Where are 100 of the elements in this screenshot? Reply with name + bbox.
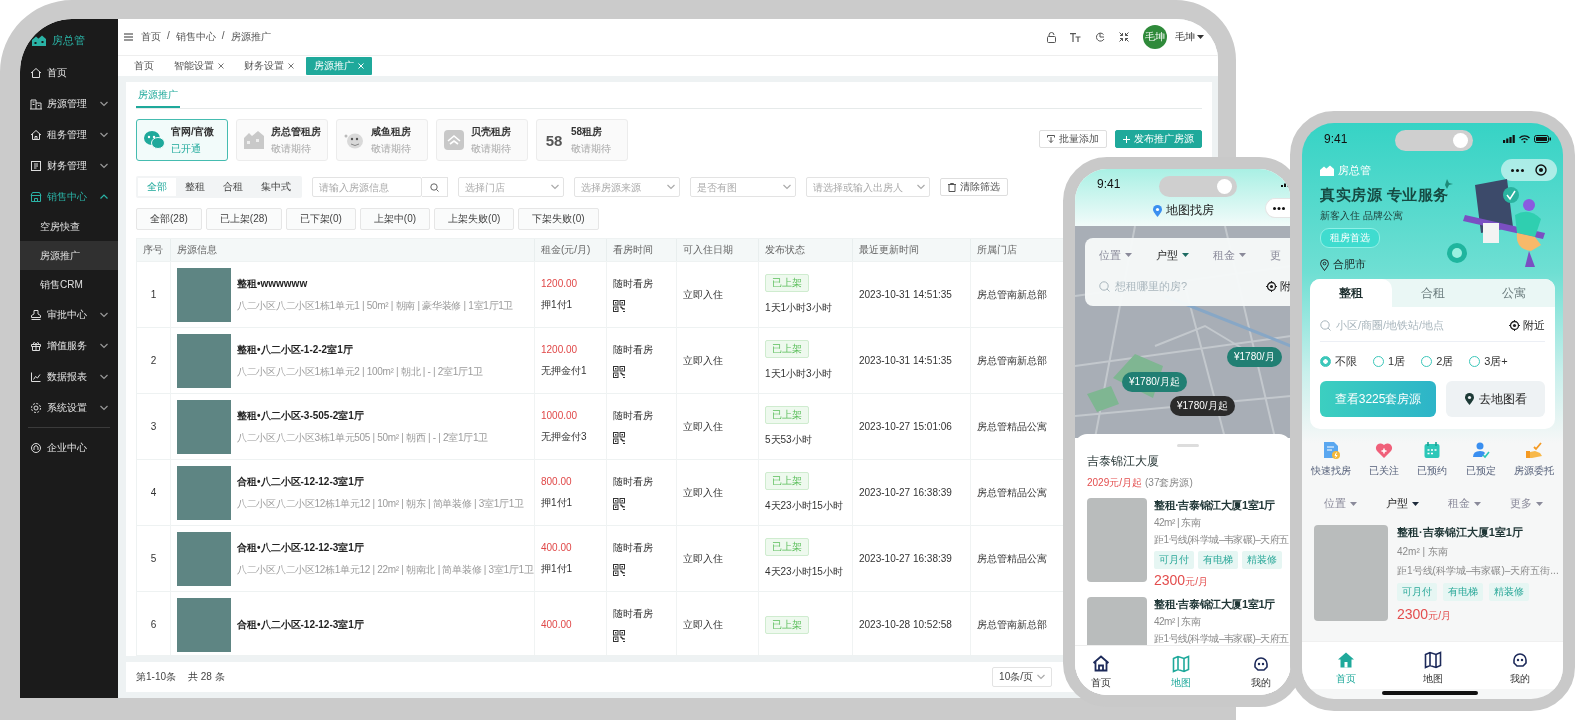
radio-button[interactable] bbox=[1469, 356, 1481, 367]
close-icon[interactable] bbox=[218, 63, 224, 69]
search-field[interactable]: 请输入房源信息 bbox=[312, 177, 422, 197]
qr-code-icon[interactable] bbox=[613, 300, 625, 312]
sidebar-item[interactable]: 企业中心 bbox=[20, 432, 118, 463]
platform-card[interactable]: 贝壳租房 敬请期待 bbox=[436, 119, 528, 161]
shortcut-item[interactable]: 房源委托 bbox=[1513, 441, 1554, 478]
room-option[interactable]: 1居 bbox=[1373, 354, 1406, 369]
dropdown[interactable]: 选择门店 bbox=[458, 177, 564, 197]
breadcrumb-link[interactable]: 销售中心 bbox=[175, 30, 216, 44]
platform-card[interactable]: 房总管租房 敬请期待 bbox=[236, 119, 328, 161]
filter-segment[interactable]: 合租 bbox=[214, 178, 252, 196]
page-tab[interactable]: 首页 bbox=[126, 57, 162, 75]
sidebar-item[interactable]: 房源管理 bbox=[20, 88, 118, 119]
sidebar-item[interactable]: 数据报表 bbox=[20, 361, 118, 392]
status-tab[interactable]: 下架失败(0) bbox=[518, 208, 599, 230]
tab-bar-item[interactable]: 我的 bbox=[1509, 651, 1530, 686]
caret-down-icon[interactable] bbox=[1197, 35, 1204, 39]
tab-bar-item[interactable]: 我的 bbox=[1251, 655, 1271, 690]
photo-placeholder bbox=[177, 399, 231, 454]
listing-title[interactable]: 整租•wwwwww bbox=[237, 276, 514, 291]
close-icon[interactable] bbox=[288, 63, 294, 69]
rent-type-tab[interactable]: 合租 bbox=[1391, 279, 1474, 307]
filter-segment[interactable]: 集中式 bbox=[252, 178, 300, 196]
drag-handle[interactable] bbox=[1177, 444, 1199, 447]
tab-bar-item[interactable]: 首页 bbox=[1091, 655, 1111, 690]
moon-icon[interactable] bbox=[1095, 32, 1105, 42]
sidebar-item[interactable]: 增值服务 bbox=[20, 330, 118, 361]
sidebar-item[interactable]: 系统设置 bbox=[20, 392, 118, 423]
status-tab[interactable]: 上架中(0) bbox=[359, 208, 431, 230]
platform-card[interactable]: 官网/官微 已开通 bbox=[136, 119, 228, 161]
shortcut-item[interactable]: 已关注 bbox=[1369, 441, 1400, 478]
shortcut-item[interactable]: 已预约 bbox=[1417, 441, 1448, 478]
status-tab[interactable]: 已下架(0) bbox=[285, 208, 356, 230]
dropdown[interactable]: 选择房源来源 bbox=[574, 177, 680, 197]
sidebar-item[interactable]: 销售中心 bbox=[20, 181, 118, 212]
rent-type-tab[interactable]: 整租 bbox=[1310, 279, 1392, 307]
radio-button[interactable] bbox=[1373, 356, 1384, 367]
rent-type-tab[interactable]: 公寓 bbox=[1473, 279, 1555, 307]
breadcrumb-link[interactable]: 首页 bbox=[141, 30, 161, 44]
search-field[interactable]: 小区/商圈/地铁站/地点 bbox=[1320, 319, 1509, 331]
listing-title[interactable]: 合租•八二小区-12-12-3室1厅 bbox=[237, 474, 524, 489]
dropdown[interactable]: 是否有图 bbox=[690, 177, 796, 197]
listing-title[interactable]: 合租•八二小区-12-12-3室1厅 bbox=[237, 617, 364, 632]
listing-title[interactable]: 整租•八二小区-1-2-2室1厅 bbox=[237, 342, 483, 357]
room-option[interactable]: 3居+ bbox=[1469, 354, 1508, 369]
sidebar-item[interactable]: 首页 bbox=[20, 57, 118, 88]
sidebar-subitem[interactable]: 空房快查 bbox=[20, 212, 118, 241]
price-marker[interactable]: ¥1780/月起 bbox=[1122, 372, 1187, 392]
viewing-time: 随时看房 bbox=[613, 277, 654, 291]
filter-dropdown[interactable]: 户型 bbox=[1386, 496, 1419, 511]
batch-add-button[interactable]: 批量添加 bbox=[1039, 130, 1107, 148]
listing-title[interactable]: 整租·吉泰锦江大厦1室1厅 bbox=[1397, 525, 1559, 540]
listing-title[interactable]: 合租•八二小区-12-12-3室1厅 bbox=[237, 540, 534, 555]
page-size-dropdown[interactable]: 10条/页 bbox=[992, 667, 1052, 687]
sidebar-item[interactable]: 租务管理 bbox=[20, 119, 118, 150]
qr-code-icon[interactable] bbox=[613, 564, 625, 576]
filter-segment[interactable]: 整租 bbox=[176, 178, 214, 196]
listing-title[interactable]: 整租•八二小区-3-505-2室1厅 bbox=[237, 408, 488, 423]
lock-icon[interactable] bbox=[1047, 31, 1056, 43]
nearby-link[interactable]: 附 bbox=[1280, 278, 1291, 294]
page-tab[interactable]: 财务设置 bbox=[236, 57, 302, 75]
more-icon[interactable] bbox=[1510, 168, 1524, 172]
status-tab[interactable]: 上架失败(0) bbox=[434, 208, 515, 230]
status-tab[interactable]: 全部(28) bbox=[136, 208, 202, 230]
price-marker[interactable]: ¥1780/月起 bbox=[1170, 396, 1235, 416]
qr-code-icon[interactable] bbox=[613, 366, 625, 378]
room-option[interactable]: 2居 bbox=[1421, 354, 1454, 369]
user-name[interactable]: 毛坤 bbox=[1175, 30, 1195, 44]
target-icon[interactable] bbox=[1535, 164, 1548, 176]
chevron-down-icon bbox=[783, 184, 791, 190]
radio-button[interactable] bbox=[1421, 356, 1433, 367]
breadcrumb-link[interactable]: 房源推广 bbox=[230, 30, 271, 44]
sidebar-item[interactable]: 财务管理 bbox=[20, 150, 118, 181]
price-marker[interactable]: ¥1780/月 bbox=[1227, 347, 1282, 367]
qr-code-icon[interactable] bbox=[613, 630, 625, 642]
city-selector[interactable]: 合肥市 bbox=[1333, 257, 1366, 272]
page-tab[interactable]: 智能设置 bbox=[166, 57, 232, 75]
map-view-button[interactable]: 去地图看 bbox=[1446, 381, 1545, 417]
dropdown[interactable]: 请选择或输入出房人 bbox=[806, 177, 930, 197]
font-size-icon[interactable] bbox=[1070, 32, 1081, 42]
radio-button[interactable] bbox=[1320, 356, 1331, 367]
shortcut-item[interactable]: 快速找房 bbox=[1311, 441, 1352, 478]
more-icon[interactable] bbox=[1272, 206, 1285, 210]
sidebar-item[interactable]: 审批中心 bbox=[20, 299, 118, 330]
collapse-icon[interactable] bbox=[1119, 32, 1129, 42]
status-tab[interactable]: 已上架(28) bbox=[205, 208, 282, 230]
qr-code-icon[interactable] bbox=[613, 498, 625, 510]
platform-card[interactable]: 咸鱼租房 敬请期待 bbox=[336, 119, 428, 161]
clear-filter-button[interactable]: 清除筛选 bbox=[940, 178, 1008, 196]
qr-code-icon[interactable] bbox=[613, 432, 625, 444]
shortcut-item[interactable]: 已预定 bbox=[1465, 441, 1496, 478]
user-avatar[interactable]: 毛坤 bbox=[1143, 25, 1167, 49]
tab-bar-item[interactable]: 地图 bbox=[1422, 651, 1443, 686]
sidebar-subitem[interactable]: 销售CRM bbox=[20, 270, 118, 299]
menu-icon[interactable] bbox=[124, 33, 133, 41]
more-button[interactable] bbox=[1265, 198, 1291, 218]
room-option[interactable]: 不限 bbox=[1320, 354, 1357, 369]
nearby-link[interactable]: 附近 bbox=[1523, 317, 1545, 333]
sidebar-subitem[interactable]: 房源推广 bbox=[20, 241, 118, 270]
